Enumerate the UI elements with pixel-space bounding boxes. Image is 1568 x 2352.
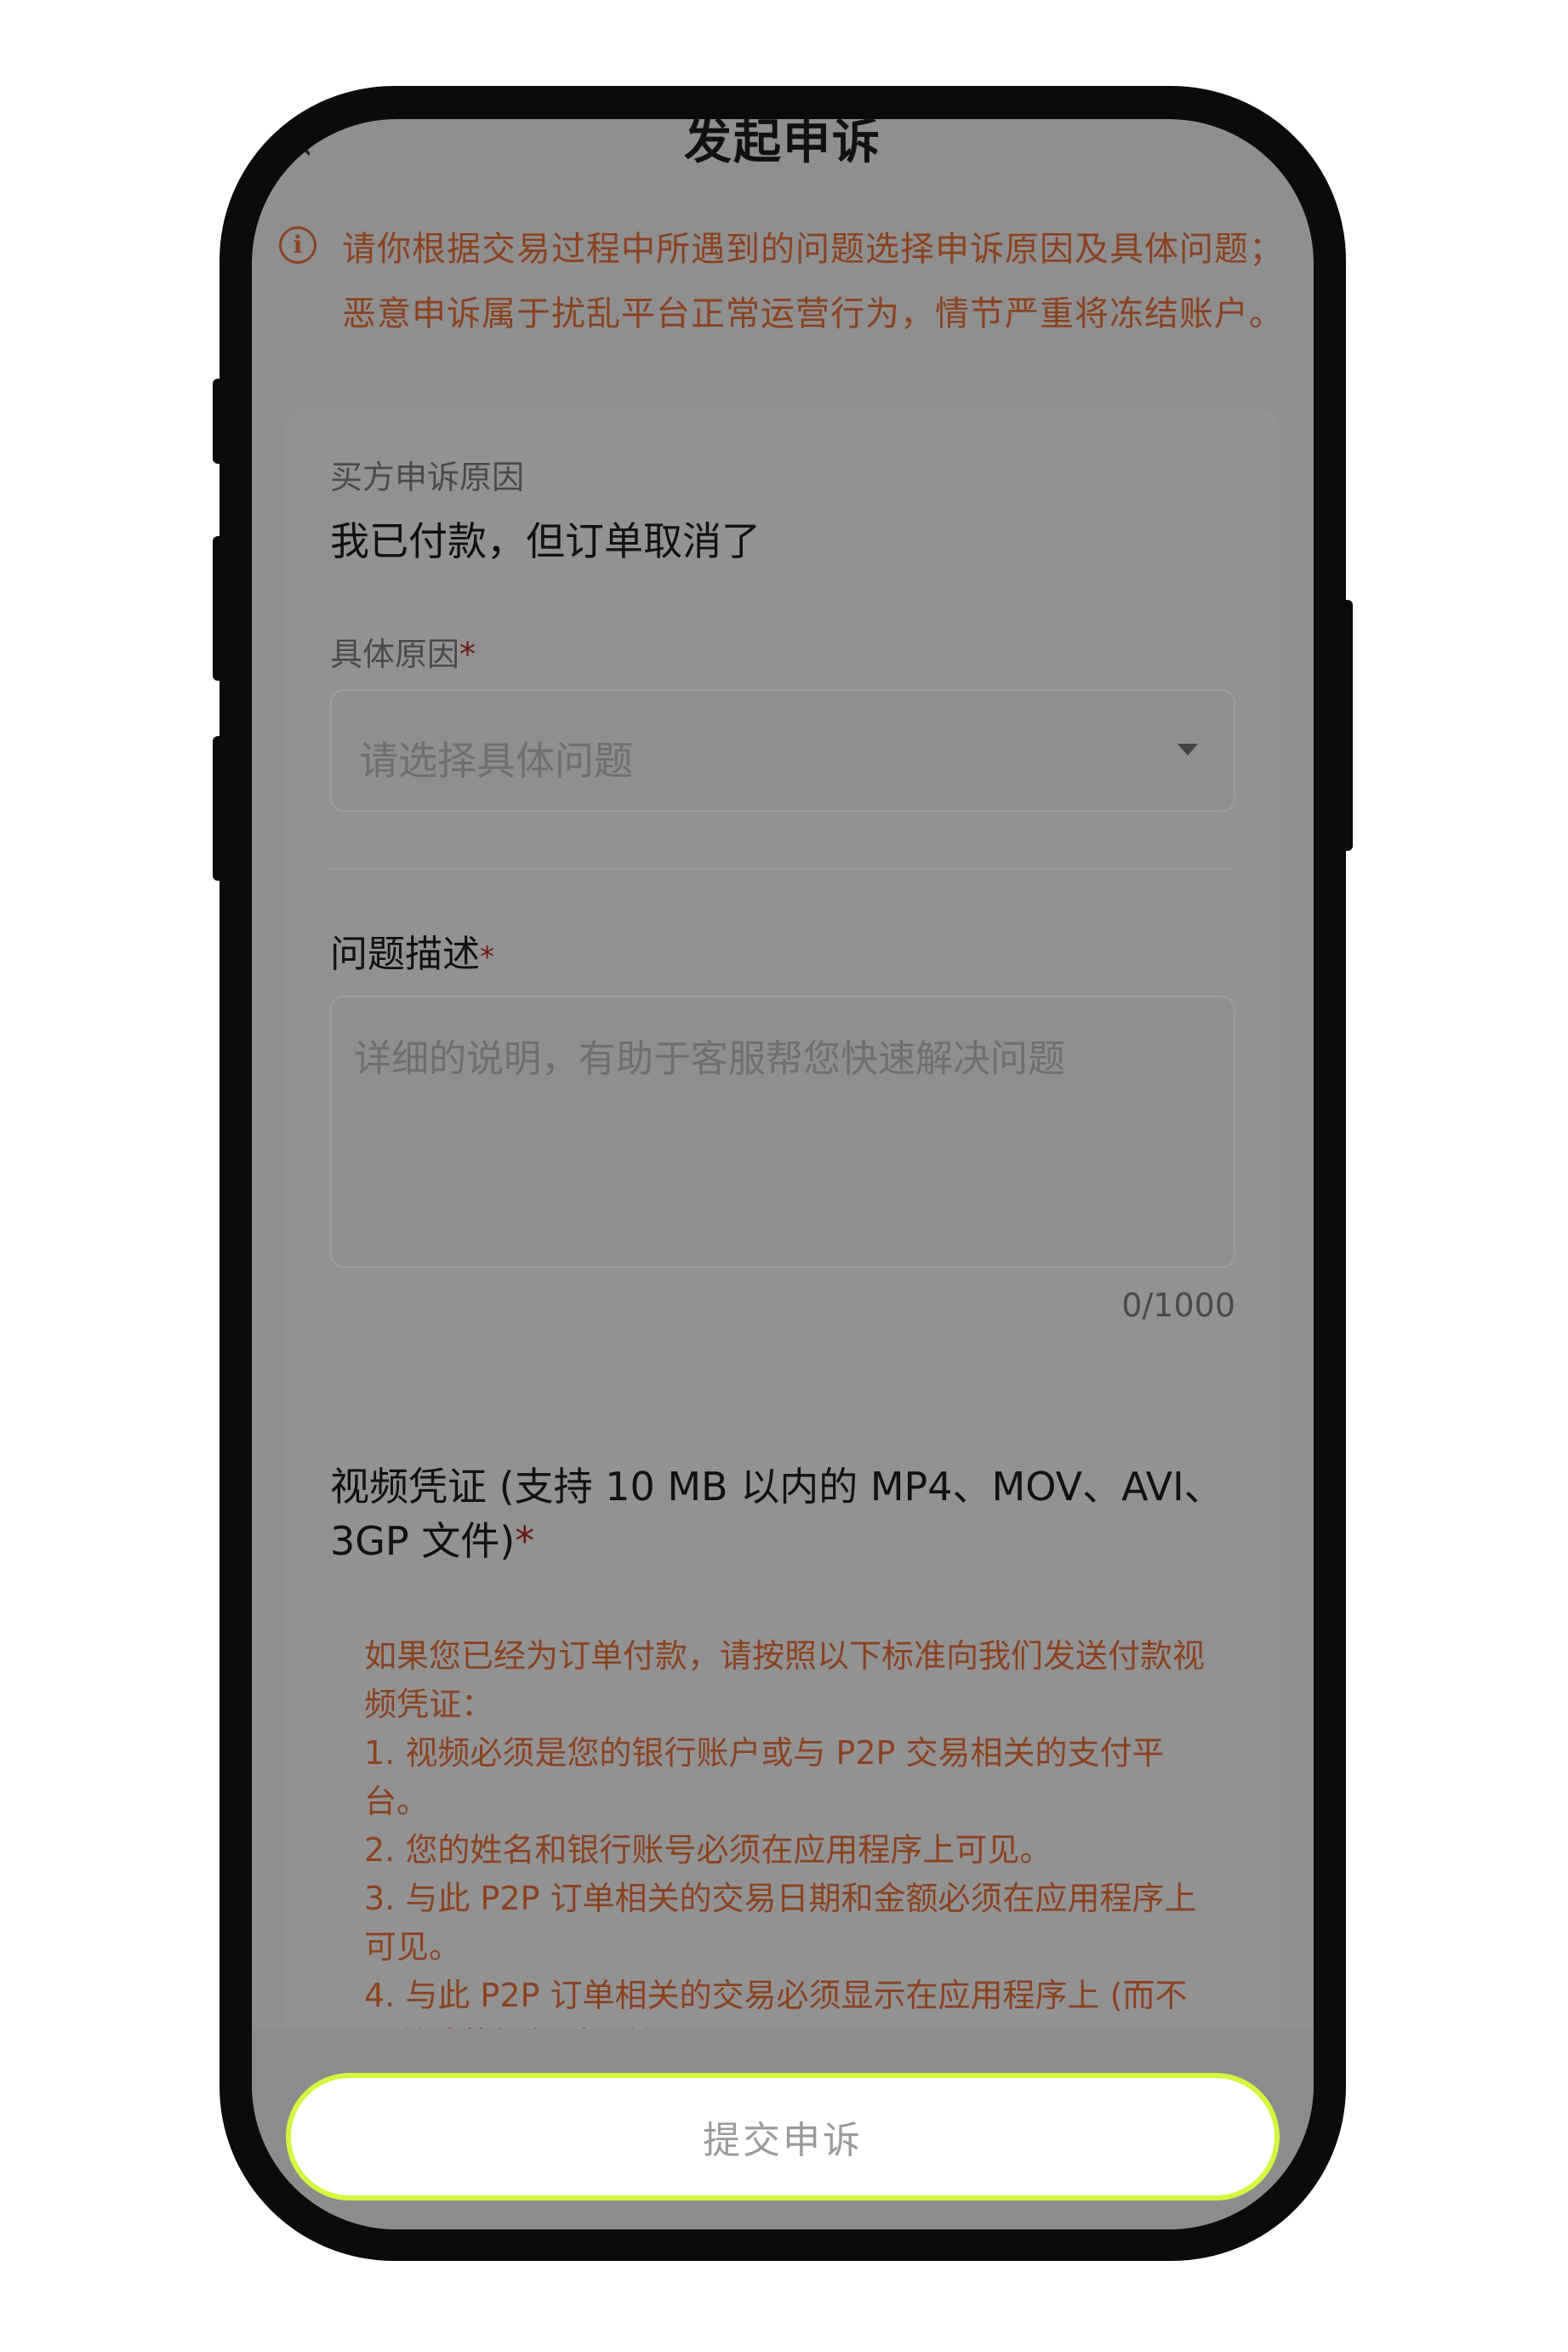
required-asterisk: *: [459, 636, 476, 673]
info-icon: i: [279, 226, 316, 264]
description-label-text: 问题描述: [330, 933, 480, 976]
character-counter: 0/1000: [1121, 1287, 1235, 1324]
dropdown-caret-icon: [1177, 744, 1198, 756]
specific-reason-label: 具体原因*: [330, 628, 476, 675]
buyer-reason-value: 我已付款，但订单取消了: [330, 518, 761, 564]
phone-screen: ‹ 发起申诉 i 请你根据交易过程中所遇到的问题选择申诉原因及具体问题； 恶意申…: [252, 119, 1314, 2229]
video-evidence-instructions: 如果您已经为订单付款，请按照以下标准向我们发送付款视频凭证： 1. 视频必须是您…: [364, 1637, 1206, 2063]
description-label: 问题描述*: [330, 923, 494, 978]
specific-reason-label-text: 具体原因: [330, 636, 460, 673]
specific-reason-placeholder: 请选择具体问题: [359, 738, 633, 784]
required-asterisk: *: [515, 1518, 535, 1564]
video-evidence-label-text: 视频凭证 (支持 10 MB 以内的 MP4、MOV、AVI、3GP 文件): [330, 1464, 1223, 1564]
section-divider: [330, 868, 1235, 870]
specific-reason-select[interactable]: 请选择具体问题: [330, 689, 1235, 812]
video-evidence-label: 视频凭证 (支持 10 MB 以内的 MP4、MOV、AVI、3GP 文件)*: [330, 1459, 1235, 1568]
appeal-warning-notice: 请你根据交易过程中所遇到的问题选择申诉原因及具体问题； 恶意申诉属于扰乱平台正常…: [342, 230, 1284, 334]
buyer-reason-label: 买方申诉原因: [330, 459, 525, 496]
submit-appeal-button[interactable]: 提交申诉: [286, 2073, 1280, 2201]
description-placeholder: 详细的说明，有助于客服帮您快速解决问题: [354, 1037, 1065, 1081]
page-title: 发起申诉: [684, 119, 881, 170]
required-asterisk: *: [480, 940, 494, 974]
description-textarea[interactable]: 详细的说明，有助于客服帮您快速解决问题: [330, 996, 1235, 1268]
